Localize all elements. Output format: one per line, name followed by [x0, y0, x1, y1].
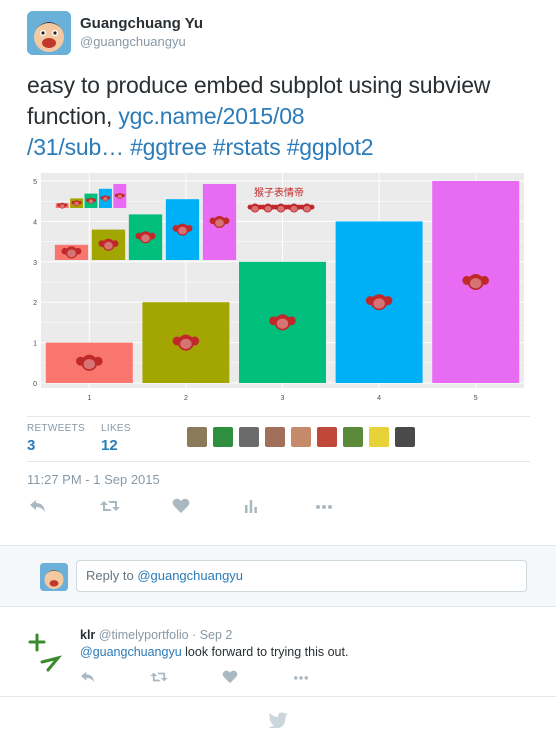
reply-text: @guangchuangyu look forward to trying th…: [80, 645, 348, 659]
liker-avatar[interactable]: [395, 427, 415, 447]
tweet-link-line1: ygc.name/2015/08: [118, 103, 305, 129]
y-tick-label: 0: [33, 381, 37, 388]
tweet-timestamp[interactable]: 11:27 PM - 1 Sep 2015: [27, 472, 160, 487]
author-name[interactable]: Guangchuang Yu: [80, 15, 203, 32]
reply-input-prefix: Reply to: [86, 568, 138, 583]
reply-author-handle[interactable]: @timelyportfolio: [99, 628, 189, 642]
more-icon[interactable]: [313, 498, 335, 518]
reply-input[interactable]: Reply to @guangchuangyu: [76, 560, 527, 592]
retweets-stat[interactable]: RETWEETS 3: [27, 423, 85, 454]
x-tick-label: 5: [474, 395, 478, 402]
reply-author-line: klr @timelyportfolio · Sep 2: [80, 628, 232, 642]
liker-avatar[interactable]: [343, 427, 363, 447]
y-tick-label: 4: [33, 219, 37, 226]
reply-author-name[interactable]: klr: [80, 628, 95, 642]
avatar-face-icon: [40, 563, 68, 591]
klr-avatar[interactable]: [26, 630, 70, 679]
plus-arrow-logo-icon: [28, 633, 63, 672]
y-tick-label: 3: [33, 260, 37, 267]
avatar-face-icon: [27, 11, 71, 55]
twitter-bird-icon[interactable]: [268, 712, 288, 733]
tweet: Guangchuang Yu @guangchuangyu easy to pr…: [0, 0, 556, 545]
liker-avatar[interactable]: [317, 427, 337, 447]
retweet-icon[interactable]: [99, 498, 121, 518]
reply-date[interactable]: · Sep 2: [192, 628, 232, 642]
tweet-actions: [27, 498, 427, 520]
reply-input-mention: @guangchuangyu: [137, 568, 244, 583]
analytics-icon[interactable]: [240, 498, 262, 518]
y-tick-label: 1: [33, 341, 37, 348]
liker-avatar[interactable]: [291, 427, 311, 447]
hashtag-ggtree[interactable]: #ggtree: [130, 134, 207, 160]
bar-chart: 0 1 2 3 4 5 1 2 3 4 5 猴子表情帝: [33, 173, 524, 402]
tweet-stats: RETWEETS 3 LIKES 12: [27, 416, 530, 462]
reply-box: Reply to @guangchuangyu: [0, 545, 556, 607]
liker-avatar[interactable]: [213, 427, 233, 447]
retweets-count: 3: [27, 437, 36, 454]
liker-avatar[interactable]: [239, 427, 259, 447]
x-tick-label: 4: [377, 395, 381, 402]
reply-actions: [80, 670, 380, 688]
liker-avatar[interactable]: [369, 427, 389, 447]
tweet-link-line2: /31/sub…: [27, 134, 124, 160]
x-tick-label: 3: [281, 395, 285, 402]
likes-label: LIKES: [101, 423, 131, 434]
chart-cn-title: 猴子表情帝: [254, 186, 304, 199]
likes-count: 12: [101, 437, 118, 454]
x-tick-label: 2: [184, 395, 188, 402]
likes-stat[interactable]: LIKES 12: [101, 423, 131, 454]
y-tick-label: 5: [33, 179, 37, 186]
hashtag-ggplot2[interactable]: #ggplot2: [287, 134, 374, 160]
reply-reply-icon[interactable]: [80, 670, 96, 689]
hashtag-rstats[interactable]: #rstats: [213, 134, 281, 160]
reply-like-icon[interactable]: [222, 670, 238, 689]
author-handle[interactable]: @guangchuangyu: [80, 34, 186, 49]
reply-tweet: klr @timelyportfolio · Sep 2 @guangchuan…: [0, 616, 556, 696]
retweets-label: RETWEETS: [27, 423, 85, 434]
reply-more-icon[interactable]: [292, 670, 310, 689]
reply-body: look forward to trying this out.: [181, 645, 349, 659]
like-icon[interactable]: [170, 498, 192, 518]
liker-avatar[interactable]: [187, 427, 207, 447]
author-avatar[interactable]: [27, 11, 71, 55]
tweet-text: easy to produce embed subplot using subv…: [27, 70, 537, 163]
reply-mention[interactable]: @guangchuangyu: [80, 645, 182, 659]
y-tick-label: 2: [33, 300, 37, 307]
x-tick-label: 1: [87, 395, 91, 402]
liker-avatar[interactable]: [265, 427, 285, 447]
footer: [0, 696, 556, 745]
tweet-image-chart[interactable]: 0 1 2 3 4 5 1 2 3 4 5 猴子表情帝: [27, 168, 530, 408]
my-avatar: [40, 563, 68, 591]
reply-retweet-icon[interactable]: [150, 670, 168, 689]
reply-icon[interactable]: [27, 498, 49, 518]
